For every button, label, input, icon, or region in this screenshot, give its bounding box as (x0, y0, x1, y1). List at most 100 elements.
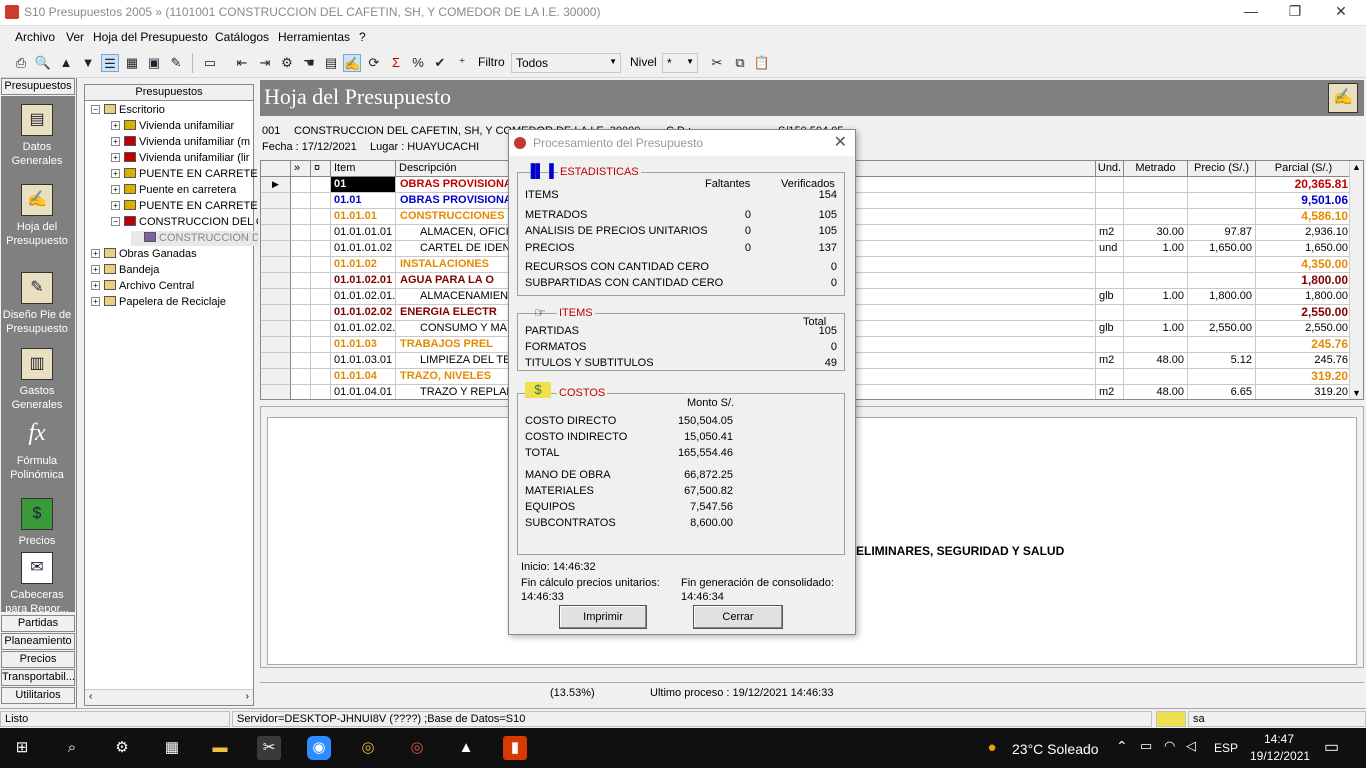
unit-cell[interactable] (1096, 177, 1124, 193)
parcial-cell[interactable]: 319.20 (1256, 385, 1352, 399)
unit-cell[interactable] (1096, 305, 1124, 321)
arrow-down-icon[interactable]: ▼ (79, 54, 97, 72)
unit-cell[interactable] (1096, 257, 1124, 273)
row-selector[interactable] (261, 209, 291, 225)
item-cell[interactable]: 01.01.01.01 (331, 225, 396, 241)
settings-gear-icon[interactable]: ⚙ (110, 736, 134, 760)
row-selector[interactable] (261, 193, 291, 209)
calculator-icon[interactable]: ▣ (145, 54, 163, 72)
tab-precios[interactable]: Precios (1, 651, 75, 668)
parcial-cell[interactable]: 245.76 (1256, 353, 1352, 369)
parcial-cell[interactable]: 245.76 (1256, 337, 1352, 353)
item-cell[interactable]: 01.01.03 (331, 337, 396, 353)
hand-icon[interactable]: ☚ (300, 54, 318, 72)
grid-view-icon[interactable]: ▦ (123, 54, 141, 72)
price-cell[interactable] (1188, 337, 1256, 353)
item-cell[interactable]: 01.01 (331, 193, 396, 209)
tab-utilitarios[interactable]: Utilitarios (1, 687, 75, 704)
collapse-icon[interactable]: − (111, 217, 120, 226)
row-selector[interactable] (261, 305, 291, 321)
print-icon[interactable]: ⎙ (12, 54, 30, 72)
tree-node[interactable]: + Obras Ganadas (91, 247, 197, 262)
metrado-cell[interactable] (1124, 209, 1188, 225)
metrado-cell[interactable] (1124, 257, 1188, 273)
windows-start-icon[interactable]: ⊞ (10, 736, 34, 760)
price-cell[interactable]: 97.87 (1188, 225, 1256, 241)
tab-planeamiento[interactable]: Planeamiento (1, 633, 75, 650)
horizontal-scrollbar[interactable]: ‹ › (85, 689, 253, 705)
parcial-cell[interactable]: 4,350.00 (1256, 257, 1352, 273)
office-icon[interactable]: ▮ (503, 736, 527, 760)
arrow-up-icon[interactable]: ▲ (57, 54, 75, 72)
tree-node[interactable]: + Puente en carretera (111, 183, 236, 198)
price-cell[interactable]: 6.65 (1188, 385, 1256, 399)
metrado-header[interactable]: Metrado (1124, 161, 1188, 177)
nav-precios[interactable]: $ Precios (1, 498, 73, 548)
nav-hoja-presupuesto[interactable]: ✍ Hoja del Presupuesto (1, 184, 73, 248)
row-selector[interactable] (261, 241, 291, 257)
tree-node[interactable]: CONSTRUCCION D (131, 231, 260, 246)
cut-icon[interactable]: ✂ (708, 54, 726, 72)
nav-gastos-generales[interactable]: ▥ Gastos Generales (1, 348, 73, 412)
metrado-cell[interactable] (1124, 305, 1188, 321)
process-icon[interactable]: ⚙ (278, 54, 296, 72)
price-cell[interactable]: 5.12 (1188, 353, 1256, 369)
menu-help[interactable]: ? (359, 30, 366, 44)
metrado-cell[interactable]: 1.00 (1124, 289, 1188, 305)
tree-node[interactable]: − Escritorio (91, 103, 165, 118)
row-selector[interactable] (261, 273, 291, 289)
clock-time[interactable]: 14:47 (1264, 732, 1294, 746)
menu-archivo[interactable]: Archivo (15, 30, 55, 44)
expand-icon[interactable]: + (91, 297, 100, 306)
item-cell[interactable]: 01.01.02.02. (331, 321, 396, 337)
calculator-app-icon[interactable]: ▦ (160, 736, 184, 760)
row-selector[interactable] (261, 385, 291, 399)
row-selector[interactable] (261, 289, 291, 305)
expand-icon[interactable]: + (91, 281, 100, 290)
s10-app-icon[interactable]: ✂ (257, 736, 281, 760)
tree-node[interactable]: + Vivienda unifamiliar (lir (111, 151, 249, 166)
menu-ver[interactable]: Ver (66, 30, 84, 44)
unit-cell[interactable] (1096, 369, 1124, 385)
expand-icon[interactable]: + (111, 201, 120, 210)
item-cell[interactable]: 01.01.02 (331, 257, 396, 273)
nav-cabeceras[interactable]: ✉ Cabeceras para Repor... (1, 552, 73, 616)
item-cell[interactable]: 01.01.01.02 (331, 241, 396, 257)
metrado-cell[interactable]: 1.00 (1124, 241, 1188, 257)
row-selector[interactable]: ▶ (261, 177, 291, 193)
clock-date[interactable]: 19/12/2021 (1250, 749, 1310, 763)
expand-icon[interactable]: + (111, 185, 120, 194)
chevron-up-icon[interactable]: ⌃ (1116, 738, 1128, 755)
metrado-cell[interactable]: 1.00 (1124, 321, 1188, 337)
unit-cell[interactable]: m2 (1096, 353, 1124, 369)
unit-cell[interactable] (1096, 337, 1124, 353)
tree-node[interactable]: + PUENTE EN CARRETER (111, 199, 266, 214)
notifications-icon[interactable]: ▭ (1324, 737, 1339, 757)
notes-icon[interactable]: ✎ (167, 54, 185, 72)
collapse-icon[interactable]: − (91, 105, 100, 114)
parcial-cell[interactable]: 2,550.00 (1256, 305, 1352, 321)
parcial-cell[interactable]: 1,800.00 (1256, 273, 1352, 289)
unit-cell[interactable] (1096, 193, 1124, 209)
tab-partidas[interactable]: Partidas Ppta... (1, 615, 75, 644)
item-cell[interactable]: 01.01.04.01 (331, 385, 396, 399)
price-cell[interactable]: 1,800.00 (1188, 289, 1256, 305)
document-icon[interactable]: ▤ (322, 54, 340, 72)
item-cell[interactable]: 01.01.01 (331, 209, 396, 225)
maximize-button[interactable]: ❐ (1272, 0, 1318, 22)
indent-icon[interactable]: ⇥ (256, 54, 274, 72)
tree-node[interactable]: + Papelera de Reciclaje (91, 295, 226, 310)
item-cell[interactable]: 01.01.02.01 (331, 273, 396, 289)
item-cell[interactable]: 01.01.04 (331, 369, 396, 385)
price-cell[interactable] (1188, 209, 1256, 225)
price-cell[interactable] (1188, 257, 1256, 273)
filter-select[interactable]: Todos ▼ (511, 53, 621, 73)
unit-cell[interactable]: und (1096, 241, 1124, 257)
weather-text[interactable]: 23°C Soleado (1012, 741, 1099, 757)
parcial-cell[interactable]: 4,586.10 (1256, 209, 1352, 225)
metrado-cell[interactable] (1124, 369, 1188, 385)
price-cell[interactable]: 2,550.00 (1188, 321, 1256, 337)
tree-node[interactable]: − CONSTRUCCION DEL C (111, 215, 264, 230)
minimize-button[interactable]: — (1228, 0, 1274, 22)
language-indicator[interactable]: ESP (1214, 741, 1238, 755)
